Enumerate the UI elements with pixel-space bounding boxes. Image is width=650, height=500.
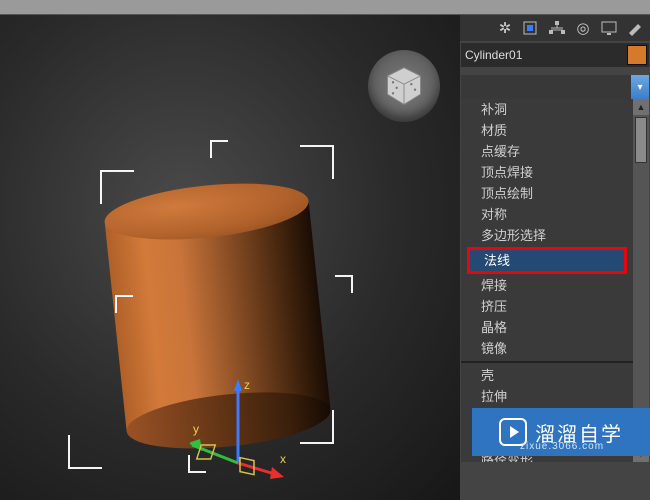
selection-bracket-mb bbox=[188, 455, 206, 473]
selection-bracket-tl bbox=[100, 170, 134, 204]
scene-cylinder[interactable] bbox=[102, 175, 333, 455]
selection-bracket-mr bbox=[335, 275, 353, 293]
watermark-badge: 溜溜自学 zixue.3066.com bbox=[472, 408, 650, 456]
object-color-swatch[interactable] bbox=[627, 45, 647, 65]
motion-icon[interactable]: ◎ bbox=[572, 18, 594, 38]
list-item[interactable]: 法线 bbox=[470, 250, 624, 271]
list-item[interactable]: 拉伸 bbox=[461, 386, 633, 407]
selection-bracket-tr bbox=[300, 145, 334, 179]
viewport[interactable]: x y z bbox=[0, 15, 460, 500]
modify-icon[interactable] bbox=[520, 18, 542, 38]
list-item[interactable]: 焊接 bbox=[461, 275, 633, 296]
list-item[interactable]: 点缓存 bbox=[461, 141, 633, 162]
axis-x-label: x bbox=[280, 452, 286, 466]
object-name-row: Cylinder01 bbox=[461, 43, 649, 67]
gear-icon[interactable]: ✲ bbox=[494, 18, 516, 38]
hierarchy-icon[interactable] bbox=[546, 18, 568, 38]
scroll-up-icon[interactable]: ▲ bbox=[633, 99, 649, 115]
highlighted-modifier: 法线 bbox=[467, 247, 627, 274]
list-item[interactable]: 补洞 bbox=[461, 99, 633, 120]
scroll-thumb[interactable] bbox=[635, 117, 647, 163]
chevron-down-icon: ▾ bbox=[631, 75, 649, 99]
view-cube-icon bbox=[382, 64, 426, 108]
selection-bracket-mt bbox=[210, 140, 228, 158]
list-item[interactable]: 顶点焊接 bbox=[461, 162, 633, 183]
list-item[interactable]: 材质 bbox=[461, 120, 633, 141]
view-cube[interactable] bbox=[368, 50, 440, 122]
modifier-combo[interactable]: ▾ bbox=[461, 75, 649, 99]
list-item[interactable]: 挤压 bbox=[461, 296, 633, 317]
axis-x bbox=[238, 463, 278, 475]
selection-bracket-bl bbox=[68, 435, 102, 469]
object-name-field[interactable]: Cylinder01 bbox=[461, 48, 625, 62]
display-icon[interactable] bbox=[598, 18, 620, 38]
selection-bracket-br bbox=[300, 410, 334, 444]
axis-x-arrow bbox=[270, 467, 284, 479]
axis-plane-xz bbox=[240, 458, 254, 475]
list-item[interactable]: 晶格 bbox=[461, 317, 633, 338]
utility-icon[interactable] bbox=[624, 18, 646, 38]
watermark-url: zixue.3066.com bbox=[520, 441, 604, 452]
selection-bracket-ml bbox=[115, 295, 133, 313]
list-item[interactable]: 多边形选择 bbox=[461, 225, 633, 246]
list-separator bbox=[461, 361, 633, 363]
list-item[interactable]: 对称 bbox=[461, 204, 633, 225]
panel-tab-bar: ✲ ◎ bbox=[460, 15, 650, 41]
modifier-combo-field bbox=[461, 75, 631, 99]
list-item[interactable]: 壳 bbox=[461, 365, 633, 386]
list-item[interactable]: 顶点绘制 bbox=[461, 183, 633, 204]
app-top-strip bbox=[0, 0, 650, 15]
list-item[interactable]: 镜像 bbox=[461, 338, 633, 359]
